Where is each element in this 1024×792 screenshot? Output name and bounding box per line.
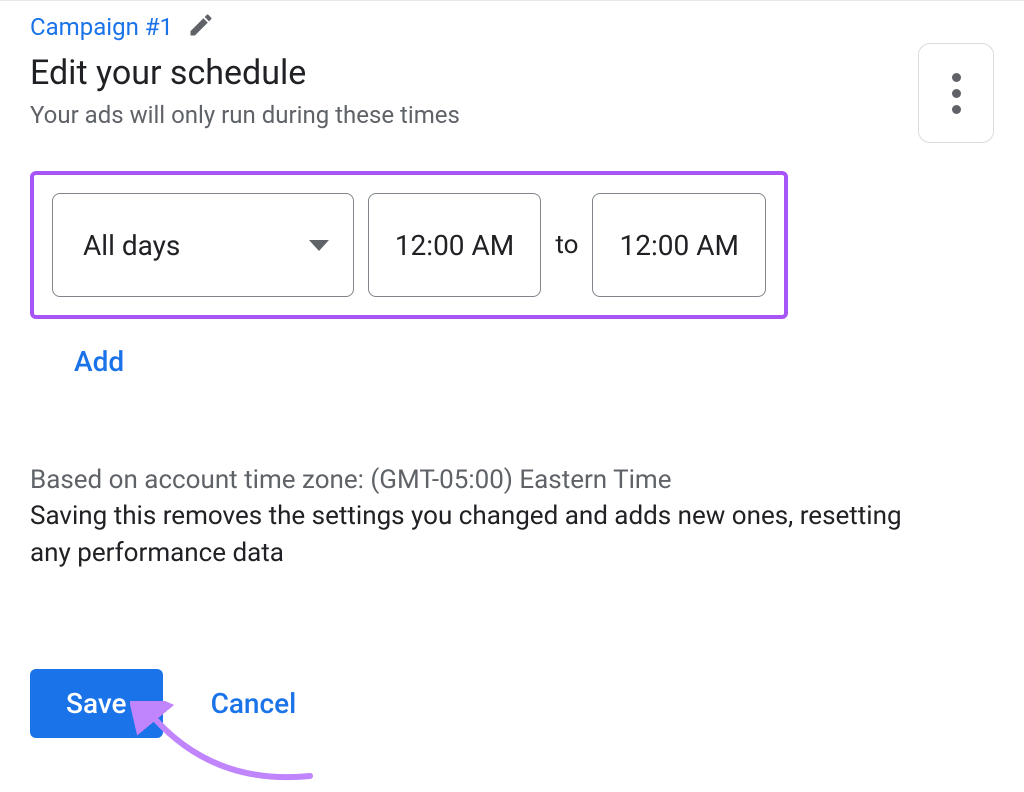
end-time-value: 12:00 AM bbox=[620, 229, 739, 262]
pencil-icon[interactable] bbox=[187, 11, 215, 43]
chevron-down-icon bbox=[309, 240, 329, 251]
warning-note: Saving this removes the settings you cha… bbox=[30, 498, 910, 571]
end-time-field[interactable]: 12:00 AM bbox=[592, 193, 766, 297]
timezone-note: Based on account time zone: (GMT-05:00) … bbox=[30, 462, 994, 498]
start-time-field[interactable]: 12:00 AM bbox=[368, 193, 542, 297]
days-select[interactable]: All days bbox=[52, 193, 354, 297]
to-label: to bbox=[555, 230, 578, 260]
cancel-button[interactable]: Cancel bbox=[211, 687, 297, 720]
save-button[interactable]: Save bbox=[30, 669, 163, 738]
page-subtitle: Your ads will only run during these time… bbox=[30, 101, 918, 129]
kebab-icon bbox=[952, 73, 961, 114]
schedule-row-highlight: All days 12:00 AM to 12:00 AM bbox=[30, 171, 788, 319]
add-schedule-link[interactable]: Add bbox=[30, 345, 124, 378]
start-time-value: 12:00 AM bbox=[395, 229, 514, 262]
page-title: Edit your schedule bbox=[30, 53, 918, 93]
days-select-label: All days bbox=[83, 229, 180, 262]
campaign-name[interactable]: Campaign #1 bbox=[30, 13, 173, 41]
more-options-button[interactable] bbox=[918, 43, 994, 143]
